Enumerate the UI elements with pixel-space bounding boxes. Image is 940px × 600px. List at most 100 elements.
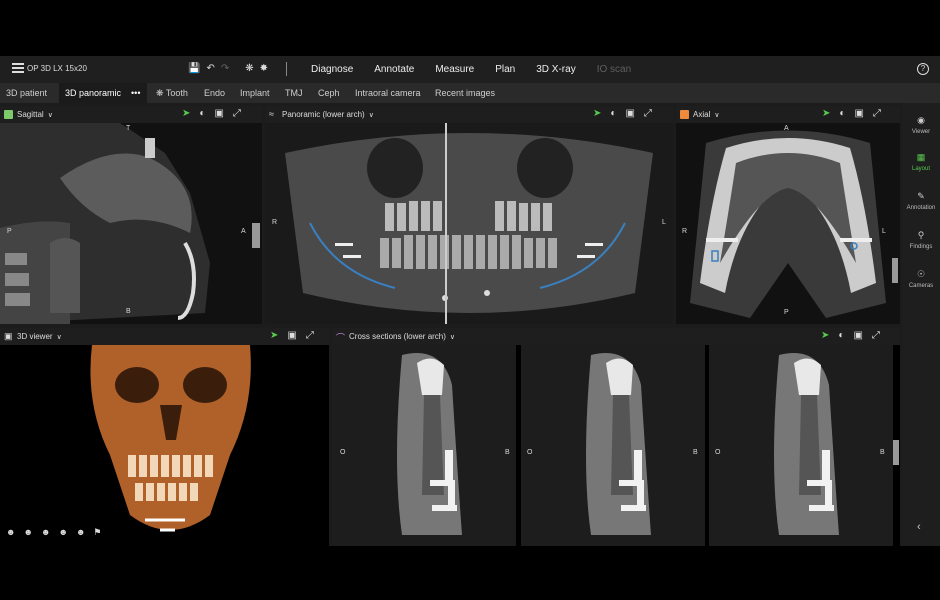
panel-header: ▣ 3D viewer ∨ ➤ ▣ ⤢ <box>0 328 329 345</box>
tab-label: Implant <box>240 88 270 98</box>
sidebar-item-annotation[interactable]: ✎ Annotation <box>902 191 940 211</box>
sidebar-item-findings[interactable]: ⚲ Findings <box>902 230 940 250</box>
panel-title[interactable]: Cross sections (lower arch) ∨ <box>349 332 455 341</box>
tab-recent-images[interactable]: Recent images <box>429 83 501 103</box>
collapse-sidebar-icon[interactable]: ‹ <box>917 521 921 533</box>
menu-3d-xray[interactable]: 3D X-ray <box>536 64 575 75</box>
orientation-right-label: L <box>662 219 666 226</box>
tab-label: TMJ <box>285 88 303 98</box>
menu-plan[interactable]: Plan <box>495 64 515 75</box>
tooth-chart-icon[interactable]: ❋ <box>245 63 253 74</box>
orientation-left-label: R <box>682 228 688 235</box>
orientation-top-label: T <box>126 125 131 132</box>
right-sidebar: ◉ Viewer ▦ Layout ✎ Annotation ⚲ Findings ☉ C… <box>902 103 940 546</box>
fullscreen-icon[interactable]: ⤢ <box>306 330 314 341</box>
fit-view-icon[interactable]: ▣ <box>853 330 862 341</box>
panel-header: ≈ Panoramic (lower arch) ∨ ➤ ◐ ▣ ⤢ <box>265 106 673 123</box>
pointer-icon[interactable]: ➤ <box>593 108 601 119</box>
pointer-icon[interactable]: ➤ <box>821 330 829 341</box>
tab-3d-panoramic[interactable]: 3D panoramic ••• <box>59 83 147 103</box>
help-icon[interactable]: ? <box>917 63 929 75</box>
contrast-icon[interactable]: ◐ <box>199 108 205 119</box>
tab-implant[interactable]: Implant <box>234 83 276 103</box>
panoramic-image[interactable]: R L <box>265 123 673 324</box>
pointer-icon[interactable]: ➤ <box>822 108 830 119</box>
axial-image[interactable]: A R L P <box>676 123 900 324</box>
fit-view-icon[interactable]: ▣ <box>214 108 223 119</box>
skull-lock-view-icon[interactable]: ⚑ <box>93 527 101 538</box>
fit-view-icon[interactable]: ▣ <box>287 330 296 341</box>
app-window: OP 3D LX 15x20 💾 ↶ ↷ ❋ ✸ Diagnose Annota… <box>0 56 940 546</box>
sidebar-item-label: Layout <box>911 166 930 172</box>
tab-label: 3D panoramic <box>65 88 122 98</box>
skull-back-view-icon[interactable]: ☻ <box>58 527 67 538</box>
skull-front-view-icon[interactable]: ☻ <box>6 527 15 538</box>
cross-section-3-right-label: B <box>880 449 885 456</box>
menu-io-scan[interactable]: IO scan <box>597 64 631 75</box>
layout-icon: ▦ <box>916 152 926 162</box>
tab-label: Intraoral camera <box>355 88 421 98</box>
sidebar-item-layout[interactable]: ▦ Layout <box>902 152 940 172</box>
panel-title[interactable]: Axial ∨ <box>693 110 719 119</box>
document-title: OP 3D LX 15x20 <box>27 64 87 73</box>
curve-icon: ⌒ <box>336 333 346 343</box>
fullscreen-icon[interactable]: ⤢ <box>644 108 652 119</box>
fullscreen-icon[interactable]: ⤢ <box>233 108 241 119</box>
tab-3d-patient[interactable]: 3D patient <box>0 83 53 103</box>
fit-view-icon[interactable]: ▣ <box>625 108 634 119</box>
sidebar-item-viewer[interactable]: ◉ Viewer <box>902 115 940 135</box>
eye-icon: ◉ <box>917 115 925 125</box>
pointer-icon[interactable]: ➤ <box>270 330 278 341</box>
axial-color-swatch <box>680 110 689 119</box>
panel-title[interactable]: Sagittal ∨ <box>17 110 53 119</box>
orientation-right-label: L <box>882 228 886 235</box>
tab-tooth[interactable]: ❋ Tooth <box>150 83 194 103</box>
panel-header: ⌒ Cross sections (lower arch) ∨ ➤ ◐ ▣ ⤢ <box>332 328 900 345</box>
menu-diagnose[interactable]: Diagnose <box>311 64 353 75</box>
cross-section-2-right-label: B <box>693 449 698 456</box>
tab-label: Endo <box>204 88 226 98</box>
save-icon[interactable]: 💾 <box>188 63 200 74</box>
contrast-icon[interactable]: ◐ <box>839 108 845 119</box>
sagittal-color-swatch <box>4 110 13 119</box>
menu-measure[interactable]: Measure <box>435 64 474 75</box>
skull-right-view-icon[interactable]: ☻ <box>41 527 50 538</box>
chevron-down-icon: ∨ <box>449 334 456 341</box>
tab-ceph[interactable]: Ceph <box>312 83 346 103</box>
3d-render-image[interactable]: ☻ ☻ ☻ ☻ ☻ ⚑ <box>0 345 329 546</box>
hamburger-menu-icon[interactable] <box>12 63 24 73</box>
panel-title[interactable]: 3D viewer ∨ <box>17 332 62 341</box>
pen-icon: ✎ <box>917 191 925 201</box>
contrast-icon[interactable]: ◐ <box>838 330 844 341</box>
panel-title[interactable]: Panoramic (lower arch) ∨ <box>282 110 374 119</box>
menu-annotate[interactable]: Annotate <box>374 64 414 75</box>
pointer-icon[interactable]: ➤ <box>182 108 190 119</box>
chevron-down-icon: ∨ <box>714 112 720 119</box>
fullscreen-icon[interactable]: ⤢ <box>872 330 880 341</box>
orientation-left-label: R <box>272 219 278 226</box>
contrast-icon[interactable]: ◐ <box>610 108 616 119</box>
sagittal-panel: Sagittal ∨ ➤ ◐ ▣ ⤢ T P A B <box>0 106 262 324</box>
orientation-right-label: A <box>241 228 246 235</box>
tab-endo[interactable]: Endo <box>198 83 231 103</box>
tooth-icon: ❋ <box>156 88 166 98</box>
fullscreen-icon[interactable]: ⤢ <box>873 108 881 119</box>
tab-tmj[interactable]: TMJ <box>279 83 309 103</box>
tab-intraoral-camera[interactable]: Intraoral camera <box>349 83 427 103</box>
sidebar-item-cameras[interactable]: ☉ Cameras <box>902 269 940 289</box>
panoramic-icon: ≈ <box>269 109 274 119</box>
fit-view-icon[interactable]: ▣ <box>854 108 863 119</box>
panoramic-panel: ≈ Panoramic (lower arch) ∨ ➤ ◐ ▣ ⤢ R L <box>265 106 673 324</box>
skull-top-view-icon[interactable]: ☻ <box>76 527 85 538</box>
undo-icon[interactable]: ↶ <box>206 63 214 74</box>
chevron-down-icon: ∨ <box>368 112 374 119</box>
redo-icon[interactable]: ↷ <box>221 63 229 74</box>
settings-wheel-icon[interactable]: ✸ <box>260 63 268 74</box>
toolbar-divider <box>286 62 287 76</box>
sagittal-image[interactable]: T P A B <box>0 123 262 324</box>
skull-left-view-icon[interactable]: ☻ <box>23 527 32 538</box>
tab-label: Tooth <box>165 88 188 98</box>
camera-icon: ☉ <box>916 269 926 279</box>
tab-more-icon[interactable]: ••• <box>131 88 140 98</box>
cross-section-1-left-label: O <box>340 449 346 456</box>
